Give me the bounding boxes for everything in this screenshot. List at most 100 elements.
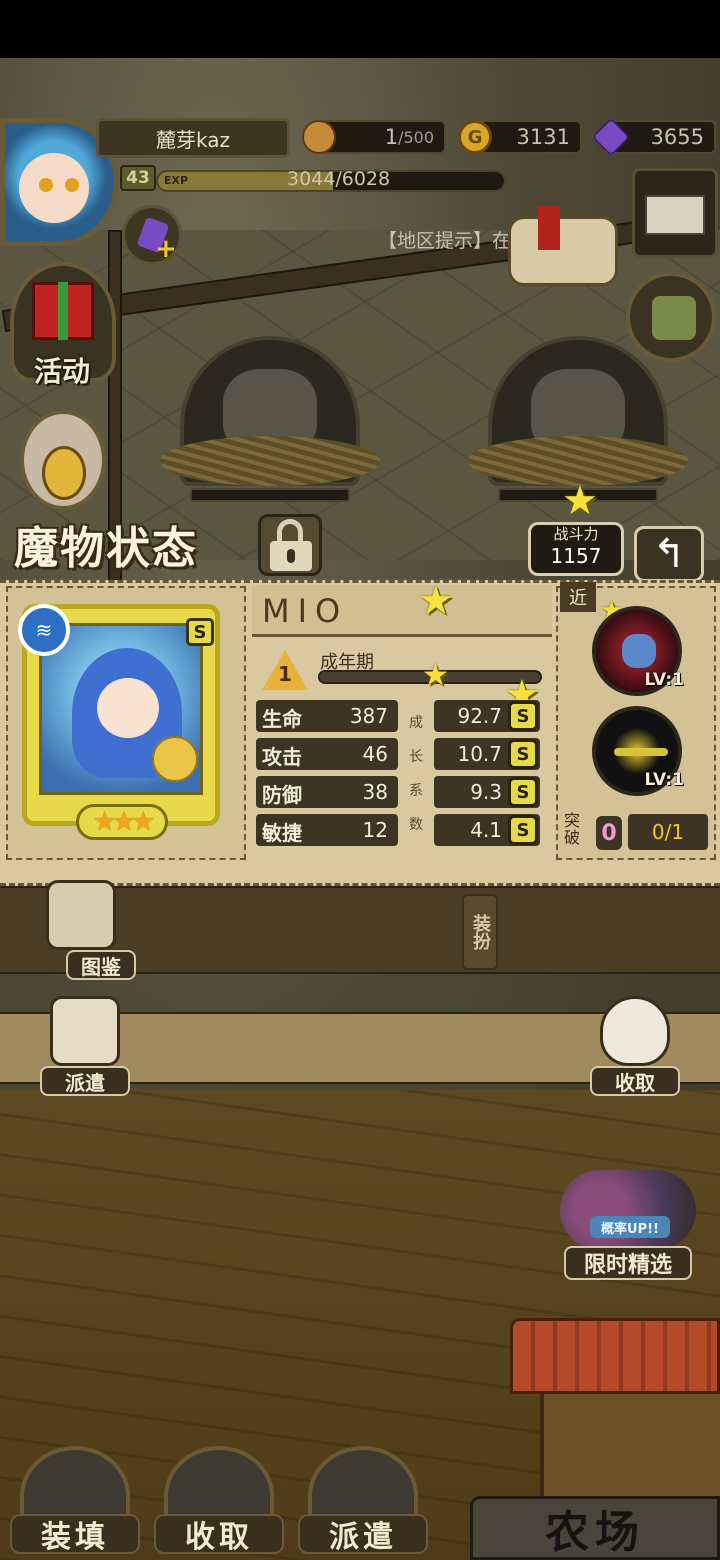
egg-nest-left[interactable]: [160, 336, 380, 506]
game-screen: 麓芽kaz 1/500 3131 G 3655 43 EXP 3044/6028…: [0, 0, 720, 1560]
stat-value: 387: [349, 704, 388, 728]
water-element-icon: ≋: [18, 604, 70, 656]
stat-row-def: 防御 38: [256, 776, 398, 808]
collect-bottom-label: 收取: [154, 1514, 284, 1555]
gift-ribbon-icon: [58, 282, 68, 340]
growth-value: 92.7: [457, 704, 502, 728]
gold-coin-icon: G: [458, 120, 492, 154]
player-level: 43: [120, 165, 156, 191]
panel-title: 魔物状态: [14, 523, 198, 574]
stat-label: 攻击: [262, 745, 302, 769]
golden-egg-icon: [42, 446, 86, 500]
skill-level: LV:1: [644, 770, 684, 790]
growth-vertical-label: 系: [409, 783, 423, 799]
stat-value: 46: [362, 742, 388, 766]
growth-rank-badge: S: [508, 815, 538, 845]
dispatch-button[interactable]: 派遣: [40, 996, 130, 1096]
paw-icon: [622, 634, 656, 668]
stamina-max: /500: [398, 127, 434, 147]
stat-label: 防御: [262, 783, 302, 807]
collect-bottom-button[interactable]: 收取: [154, 1446, 284, 1560]
break-progress[interactable]: 0/1: [628, 814, 708, 850]
range-tag: 近: [560, 582, 596, 612]
bell-icon: [152, 736, 198, 782]
exp-tag: EXP: [164, 174, 189, 187]
player-name: 麓芽kaz: [96, 118, 290, 158]
bag-icon: [652, 296, 696, 340]
growth-vertical-label: 成: [409, 715, 423, 731]
buy-gems-button[interactable]: +: [122, 205, 182, 265]
star-icon: ★: [422, 658, 449, 693]
load-button[interactable]: 装填: [10, 1446, 140, 1560]
growth-value: 9.3: [470, 780, 502, 804]
growth-stage-badge: 1: [262, 650, 308, 690]
monster-name: MIO: [262, 592, 349, 630]
stat-label: 生命: [262, 707, 302, 731]
growth-value: 4.1: [470, 818, 502, 842]
combat-power-label: 战斗力: [553, 525, 599, 543]
top-black-bar: [0, 0, 720, 58]
egg-collect-icon: [600, 996, 670, 1066]
growth-row-agi: 4.1 S: [434, 814, 540, 846]
lock-button[interactable]: [258, 514, 322, 576]
growth-rank-badge: S: [508, 739, 538, 769]
growth-row-atk: 10.7 S: [434, 738, 540, 770]
exp-text: 3044/6028: [287, 168, 391, 190]
growth-vertical-label: 长: [409, 749, 423, 765]
bread-icon: [302, 120, 336, 154]
limited-selection-label: 限时精选: [564, 1246, 692, 1280]
break-label: 突破: [564, 811, 581, 847]
rarity-stars: ★★★: [76, 804, 168, 840]
plus-icon: +: [155, 234, 177, 264]
card-grade-badge: S: [186, 618, 214, 646]
growth-rank-badge: S: [508, 701, 538, 731]
growth-row-def: 9.3 S: [434, 776, 540, 808]
dispatch-bottom-label: 派遣: [298, 1514, 428, 1555]
back-button[interactable]: ↰: [634, 526, 704, 582]
skill-level: LV:1: [644, 670, 684, 690]
stat-value: 38: [362, 780, 388, 804]
activity-label: 活动: [34, 355, 91, 388]
hatch-progress-bar: [190, 488, 350, 502]
dispatch-coins-icon: [50, 996, 120, 1066]
growth-vertical-label: 数: [409, 817, 423, 833]
back-arrow-icon: ↰: [652, 531, 686, 577]
stat-row-agi: 敏捷 12: [256, 814, 398, 846]
bunny-event-button[interactable]: [20, 410, 106, 510]
break-count: 0: [596, 816, 622, 850]
stamina-counter: 1/500: [318, 120, 446, 154]
limited-selection-button[interactable]: 概率UP!! 限时精选: [560, 1160, 696, 1280]
growth-value: 10.7: [457, 742, 502, 766]
mail-button[interactable]: [632, 168, 718, 258]
skill-2[interactable]: LV:1: [592, 706, 684, 796]
growth-stage-number: 1: [278, 662, 292, 686]
encyclopedia-label: 图鉴: [66, 950, 136, 980]
star-icon: ★: [418, 578, 454, 624]
farm-button[interactable]: 农场: [470, 1496, 720, 1560]
skill-1[interactable]: LV:1: [592, 606, 684, 696]
book-icon: [46, 880, 116, 950]
scroll-icon: [508, 216, 618, 286]
stat-row-atk: 攻击 46: [256, 738, 398, 770]
combat-power-value: 1157: [550, 544, 602, 568]
growth-row-hp: 92.7 S: [434, 700, 540, 732]
stat-label: 敏捷: [262, 821, 302, 845]
equip-button[interactable]: 装扮: [462, 894, 498, 970]
envelope-icon: [645, 195, 705, 235]
stat-value: 12: [362, 818, 388, 842]
region-hint-ticker: 【地区提示】在: [378, 230, 512, 252]
encyclopedia-button[interactable]: 图鉴: [36, 880, 136, 980]
dispatch-bottom-button[interactable]: 派遣: [298, 1446, 428, 1560]
bag-button[interactable]: [626, 272, 716, 362]
stat-row-hp: 生命 387: [256, 700, 398, 732]
collect-button[interactable]: 收取: [590, 996, 680, 1096]
combat-power-box: 战斗力 1157: [528, 522, 624, 576]
collect-label: 收取: [590, 1066, 680, 1096]
slash-icon: [614, 748, 668, 756]
stamina-current: 1: [384, 125, 399, 149]
quest-scroll-button[interactable]: [508, 196, 626, 296]
gacha-orb-icon: [560, 1170, 696, 1250]
red-ribbon-icon: [538, 206, 560, 250]
dispatch-label: 派遣: [40, 1066, 130, 1096]
growth-rank-badge: S: [508, 777, 538, 807]
